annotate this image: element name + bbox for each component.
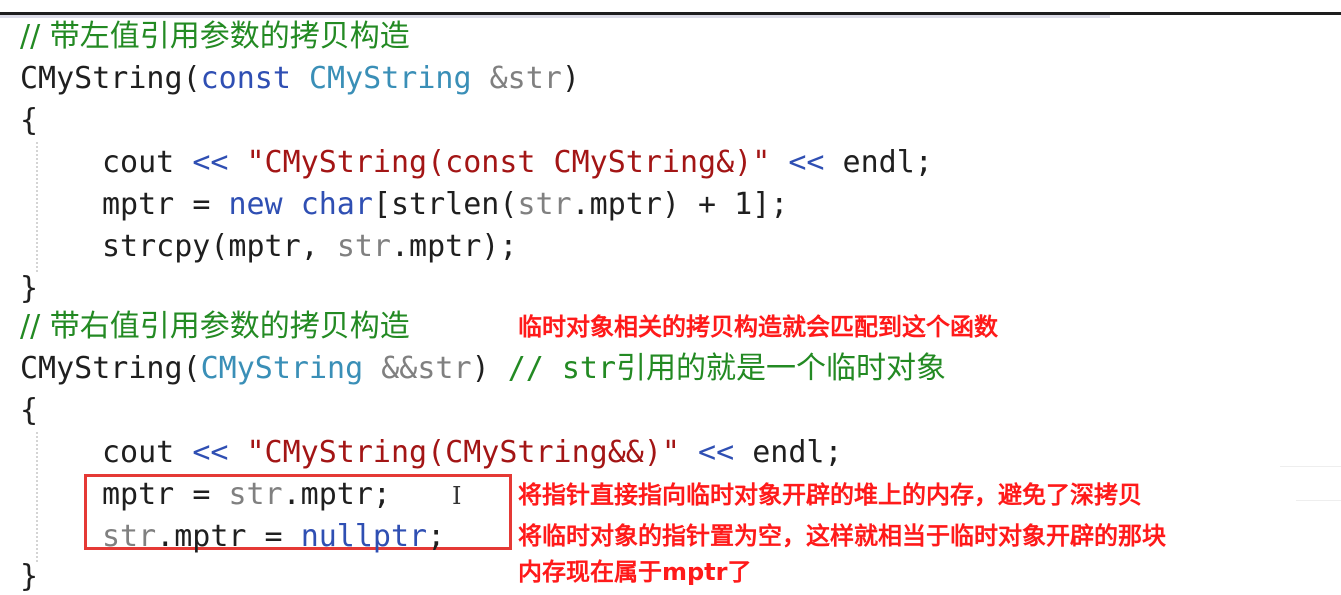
code-brace-close: }: [20, 271, 39, 306]
code-fragment: .mptr) + 1];: [571, 187, 789, 222]
param-type: CMyString: [200, 351, 364, 386]
code-line-null-assign: str.mptr = nullptr;: [102, 516, 445, 558]
code-line-strcpy: strcpy(mptr, str.mptr);: [102, 226, 517, 268]
param-name: str: [517, 187, 572, 222]
text-cursor-icon: I: [452, 482, 462, 510]
code-brace-open: {: [20, 393, 39, 428]
member-mptr: mptr: [102, 187, 175, 222]
code-fragment: ;: [427, 519, 446, 554]
code-fragment: .mptr;: [282, 477, 391, 512]
indent-guide: [36, 432, 38, 562]
comment-fragment: str: [561, 351, 617, 386]
param-name: &str: [489, 61, 562, 96]
keyword-const: const: [200, 61, 291, 96]
keyword-nullptr: nullptr: [300, 519, 428, 554]
param-name: str: [102, 519, 157, 554]
string-literal: "CMyString(const CMyString&)": [246, 145, 771, 180]
indent-guide: [36, 142, 38, 272]
param-name: str: [228, 477, 283, 512]
comment-slashes: //: [507, 351, 544, 386]
code-line-cout2: cout << "CMyString(CMyString&&)" << endl…: [102, 432, 843, 474]
paren: ): [561, 61, 580, 96]
cout-ident: cout: [102, 435, 175, 470]
code-comment-rvalue-ctor: // 带右值引用参数的拷贝构造: [20, 309, 410, 344]
code-line-ctor2-signature: CMyString(CMyString &&str) // str引用的就是一个…: [20, 348, 946, 390]
code-brace-close: }: [20, 559, 39, 594]
code-line-move-assign: mptr = str.mptr;: [102, 474, 391, 516]
faint-divider: [1280, 466, 1341, 467]
string-literal: "CMyString(CMyString&&)": [246, 435, 680, 470]
code-line-cout1: cout << "CMyString(const CMyString&)" <<…: [102, 142, 933, 184]
code-brace-open: {: [20, 103, 39, 138]
annotation-move-ptr: 将指针直接指向临时对象开辟的堆上的内存，避免了深拷贝: [518, 481, 1142, 509]
paren: ): [471, 351, 490, 386]
comment-fragment: 引用的就是一个临时对象: [616, 351, 947, 386]
param-name: str: [336, 229, 391, 264]
code-line-alloc: mptr = new char[strlen(str.mptr) + 1];: [102, 184, 788, 226]
paren: (: [182, 61, 201, 96]
annotation-rvalue-ctor: 临时对象相关的拷贝构造就会匹配到这个函数: [518, 313, 998, 341]
assign-operator: =: [192, 477, 211, 512]
keyword-new: new: [228, 187, 283, 222]
member-mptr: mptr: [102, 477, 175, 512]
param-name: &&str: [381, 351, 472, 386]
stream-operator: <<: [788, 145, 825, 180]
stream-operator: <<: [192, 435, 229, 470]
code-line-ctor1-signature: CMyString(const CMyString &str): [20, 58, 580, 100]
code-fragment: strcpy(mptr,: [102, 229, 337, 264]
stream-operator: <<: [192, 145, 229, 180]
ctor-name: CMyString: [20, 61, 183, 96]
code-fragment: .mptr =: [156, 519, 283, 554]
paren: (: [182, 351, 201, 386]
cout-ident: cout: [102, 145, 175, 180]
ctor-name: CMyString: [20, 351, 183, 386]
assign-operator: =: [192, 187, 211, 222]
annotation-null-ptr-line2: 内存现在属于mptr了: [518, 558, 752, 586]
code-fragment: [strlen(: [372, 187, 518, 222]
param-type: CMyString: [309, 61, 472, 96]
code-screenshot: // 带左值引用参数的拷贝构造 CMyString(const CMyStrin…: [0, 0, 1341, 595]
code-comment-lvalue-ctor: // 带左值引用参数的拷贝构造: [20, 19, 410, 54]
code-fragment: .mptr);: [391, 229, 518, 264]
keyword-char: char: [300, 187, 373, 222]
faint-divider: [1296, 500, 1341, 501]
endl-ident: endl;: [842, 145, 933, 180]
stream-operator: <<: [698, 435, 735, 470]
annotation-null-ptr-line1: 将临时对象的指针置为空，这样就相当于临时对象开辟的那块: [518, 522, 1166, 550]
endl-ident: endl;: [752, 435, 843, 470]
